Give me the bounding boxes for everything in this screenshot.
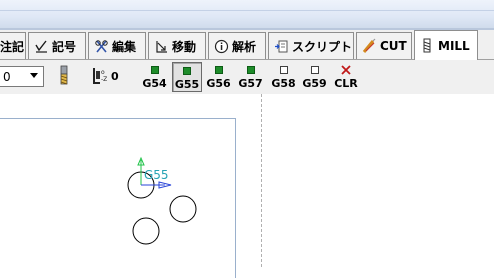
g59-label: G59 — [302, 77, 327, 90]
move-icon — [153, 38, 169, 54]
tab-move-label: 移動 — [172, 39, 197, 54]
g58-button[interactable]: G58 — [270, 62, 297, 92]
circle-hole[interactable] — [132, 217, 160, 245]
g55-button[interactable]: G55 — [172, 62, 202, 92]
end-mill-icon — [60, 65, 68, 85]
g56-indicator — [214, 66, 223, 74]
tab-edit-label: 編集 — [112, 39, 137, 54]
z-level-value: 0 — [111, 69, 119, 83]
work-origin-marker: G55 — [137, 156, 172, 189]
g59-button[interactable]: G59 — [301, 62, 328, 92]
clear-label: CLR — [334, 77, 358, 90]
g58-indicator — [279, 66, 288, 74]
tab-symbol[interactable]: 記号 — [28, 32, 86, 59]
g54-indicator — [150, 66, 159, 74]
edit-icon — [93, 38, 109, 54]
tab-mill[interactable]: MILL — [414, 30, 478, 60]
g54-button[interactable]: G54 — [141, 62, 168, 92]
tool-number-dropdown[interactable]: 0 — [0, 66, 44, 87]
z-axis-icon: -Z o — [93, 68, 107, 84]
tab-script-label: スクリプト — [292, 39, 353, 54]
g54-label: G54 — [142, 77, 167, 90]
tab-mill-label: MILL — [438, 38, 470, 53]
tab-analysis[interactable]: 解析 — [208, 32, 266, 59]
g57-indicator — [246, 66, 255, 74]
title-bar — [0, 0, 494, 30]
svg-text:-Z: -Z — [101, 76, 107, 83]
tab-annotation-label: 注記 — [0, 39, 25, 54]
close-icon — [341, 65, 351, 75]
cut-icon — [361, 38, 377, 54]
tab-move[interactable]: 移動 — [148, 32, 206, 59]
tab-script[interactable]: スクリプト — [268, 32, 354, 59]
g57-button[interactable]: G57 — [237, 62, 264, 92]
g57-label: G57 — [238, 77, 263, 90]
mill-toolbar: 0 -Z o 0 G54 G55 G56 G57 G58 G59 CLR — [0, 60, 494, 94]
info-icon — [213, 38, 229, 54]
chevron-down-icon — [30, 73, 38, 78]
tab-cut-label: CUT — [380, 39, 407, 53]
g55-indicator — [183, 67, 191, 75]
g56-label: G56 — [206, 77, 231, 90]
title-bar-divider — [0, 10, 494, 11]
tab-annotation[interactable]: 注記 — [0, 32, 26, 59]
tab-analysis-label: 解析 — [232, 39, 257, 54]
script-icon — [273, 38, 289, 54]
origin-label: G55 — [144, 168, 169, 182]
mill-icon — [419, 38, 435, 54]
drawing-canvas[interactable]: G55 — [0, 94, 494, 278]
tab-cut[interactable]: CUT — [356, 32, 412, 59]
g58-label: G58 — [271, 77, 296, 90]
svg-text:o: o — [101, 69, 105, 76]
clear-offsets-button[interactable]: CLR — [332, 62, 360, 92]
tab-symbol-label: 記号 — [52, 39, 77, 54]
g55-label: G55 — [174, 78, 200, 91]
check-symbol-icon — [33, 38, 49, 54]
drawing-layer: G55 — [127, 156, 197, 245]
z-level-button[interactable]: -Z o 0 — [92, 65, 126, 87]
circle-hole[interactable] — [169, 195, 197, 223]
g59-indicator — [310, 66, 319, 74]
tool-number-value: 0 — [3, 70, 11, 84]
end-mill-tool-button[interactable] — [56, 65, 72, 87]
tab-edit[interactable]: 編集 — [88, 32, 146, 59]
g56-button[interactable]: G56 — [205, 62, 232, 92]
ribbon-tab-row: 注記 記号 編集 移動 解析 スクリプト CUT MILL — [0, 30, 494, 60]
